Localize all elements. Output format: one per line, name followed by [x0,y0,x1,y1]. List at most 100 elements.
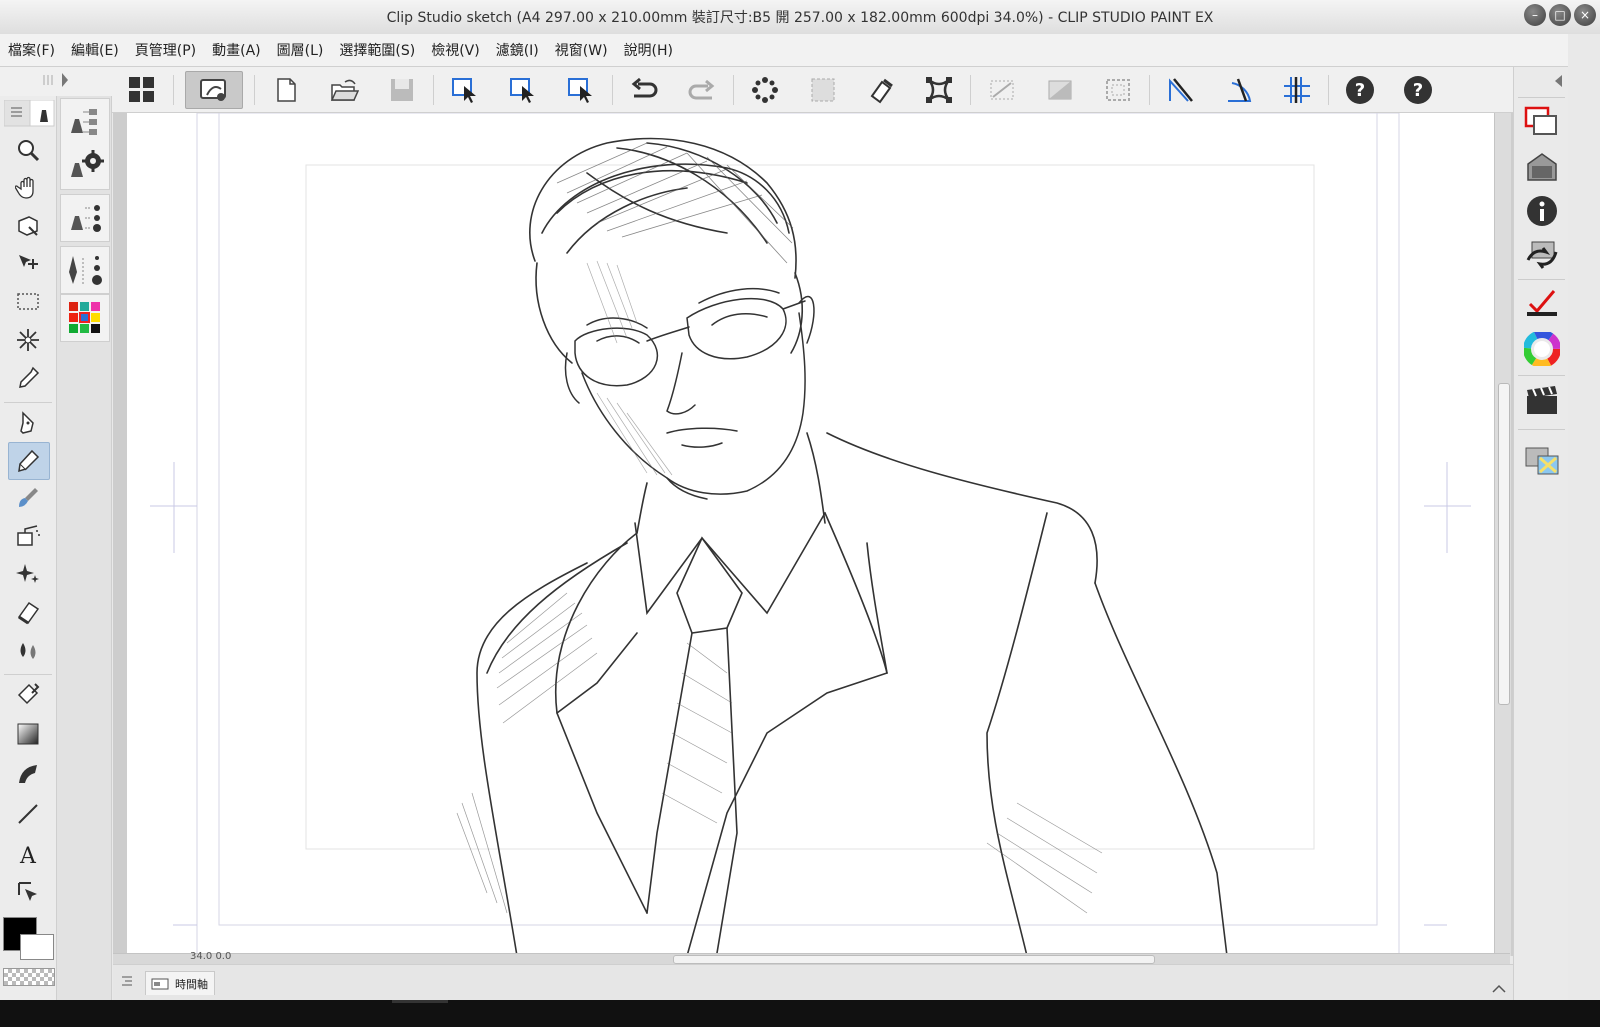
close-icon[interactable]: × [1574,4,1596,26]
rect-select-icon[interactable] [8,284,48,320]
dock-separator [1518,429,1565,430]
help-icon[interactable]: ? [1340,72,1380,108]
pen-icon[interactable] [8,404,48,440]
auto-select-icon[interactable] [8,322,48,358]
menu-help[interactable]: 說明(H) [616,40,681,60]
deselect-icon[interactable] [803,72,843,108]
undo-icon[interactable] [624,72,664,108]
tab-timeline[interactable]: 時間軸 [145,971,215,995]
sub-tool-detail-icon[interactable] [60,194,110,242]
color-wheel-icon[interactable] [1518,327,1565,371]
svg-text:A: A [19,844,37,867]
grid-menu-icon[interactable] [122,72,162,108]
sub-tool-list-icon[interactable] [65,105,105,141]
vertical-scroll-thumb[interactable] [1498,383,1510,705]
brush-size-icon[interactable] [60,246,110,294]
transform-icon[interactable] [919,72,959,108]
menu-animation[interactable]: 動畫(A) [204,40,269,60]
select-layer-add-icon[interactable] [503,72,543,108]
title-bar: Clip Studio sketch (A4 297.00 x 210.00mm… [0,0,1600,35]
sub-tool-settings-icon[interactable] [65,147,105,183]
timeline-menu-icon[interactable] [119,973,135,989]
blend-icon[interactable] [8,632,48,668]
tool-separator [4,674,52,675]
tool-palette: A [0,96,57,1000]
clip-studio-window: Clip Studio sketch (A4 297.00 x 210.00mm… [0,0,1600,1027]
save-icon[interactable] [382,72,422,108]
navigator-icon[interactable] [1518,233,1565,277]
color-history-icon[interactable] [1518,281,1565,325]
clip-studio-icon[interactable] [185,70,243,109]
dock-collapse-icon[interactable] [1552,73,1564,89]
sub-tool-group [60,98,110,190]
svg-text:?: ? [1413,80,1423,101]
menu-layer[interactable]: 圖層(L) [269,40,332,60]
maximize-icon[interactable]: □ [1549,4,1571,26]
right-dock [1513,67,1569,1000]
animation-icon[interactable] [1518,379,1565,423]
redo-icon[interactable] [682,72,722,108]
chevron-up-icon[interactable] [1491,981,1507,997]
menu-filter[interactable]: 濾鏡(I) [488,40,547,60]
property-icon[interactable] [1518,189,1565,233]
eyedropper-icon[interactable] [8,360,48,396]
object-icon[interactable] [8,208,48,244]
eraser-icon[interactable] [8,594,48,630]
toolbar-separator [612,74,613,105]
horizontal-scrollbar[interactable] [113,953,1510,964]
canvas-area[interactable] [113,113,1513,956]
timeline-tab-label: 時間軸 [175,977,208,991]
decoration-icon[interactable] [8,556,48,592]
ruler-snap-icon[interactable] [1161,72,1201,108]
new-file-icon[interactable] [266,72,306,108]
menu-selection[interactable]: 選擇範圍(S) [331,40,423,60]
fill-dots-icon[interactable] [745,72,785,108]
toolbar-separator [1149,74,1150,105]
grid-snap-icon[interactable] [1277,72,1317,108]
canvas-page[interactable] [127,113,1499,956]
show-selection-icon[interactable] [982,72,1022,108]
text-icon[interactable]: A [8,836,48,872]
material-icon[interactable] [1518,145,1565,189]
menu-page[interactable]: 頁管理(P) [127,40,204,60]
invert-selection-icon[interactable] [1040,72,1080,108]
menu-bar: 檔案(F) 編輯(E) 頁管理(P) 動畫(A) 圖層(L) 選擇範圍(S) 檢… [0,34,1600,67]
special-ruler-snap-icon[interactable] [1219,72,1259,108]
help-2-icon[interactable]: ? [1398,72,1438,108]
figure-icon[interactable] [8,756,48,792]
line-icon[interactable] [8,796,48,832]
gradient-icon[interactable] [8,716,48,752]
minimize-icon[interactable]: – [1524,4,1546,26]
operation-icon[interactable] [8,874,48,910]
layer-panel-icon[interactable] [1518,99,1565,143]
select-layer-remove-icon[interactable] [561,72,601,108]
material-folder-icon[interactable] [1518,437,1565,481]
menu-window[interactable]: 視窗(W) [547,40,616,60]
hand-icon[interactable] [8,170,48,206]
menu-edit[interactable]: 編輯(E) [63,40,127,60]
toolbar-separator [433,74,434,105]
vertical-scrollbar[interactable] [1494,113,1511,956]
tool-separator [4,402,52,403]
window-title: Clip Studio sketch (A4 297.00 x 210.00mm… [386,10,1214,26]
fill-icon[interactable] [8,676,48,712]
tool-palette-header [4,100,55,127]
pencil-icon[interactable] [8,442,50,480]
brush-icon[interactable] [8,480,48,516]
horizontal-scroll-thumb[interactable] [673,955,1155,964]
open-file-icon[interactable] [324,72,364,108]
svg-text:?: ? [1355,80,1365,101]
erase-selection-icon[interactable] [861,72,901,108]
menu-file[interactable]: 檔案(F) [0,40,63,60]
airbrush-icon[interactable] [8,518,48,554]
toolbar-separator [970,74,971,105]
selection-border-icon[interactable] [1098,72,1138,108]
zoom-icon[interactable] [8,132,48,168]
move-layer-icon[interactable] [8,246,48,282]
menu-view[interactable]: 檢視(V) [423,40,488,60]
color-set-icon[interactable] [60,294,110,342]
select-layer-icon[interactable] [445,72,485,108]
taskbar-highlight [392,1000,448,1003]
transparent-color-swatch[interactable] [3,968,55,986]
sub-color-swatch[interactable] [20,934,54,960]
